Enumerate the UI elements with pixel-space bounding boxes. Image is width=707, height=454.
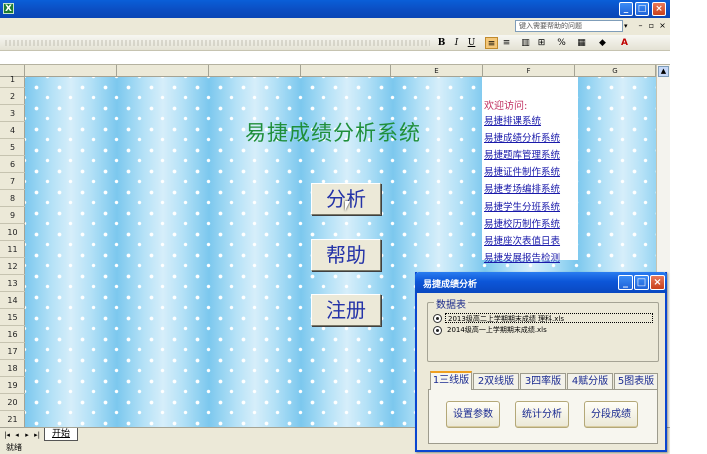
register-button[interactable]: 注册 bbox=[311, 294, 381, 326]
column-header[interactable] bbox=[117, 65, 209, 77]
system-link[interactable]: 易捷证件制作系统 bbox=[484, 164, 560, 178]
datasheet-group: 数据表 2013级高二上学期期末成绩 理科.xls 2014级高一上学期期末成绩… bbox=[427, 296, 659, 362]
system-link[interactable]: 易捷校历制作系统 bbox=[484, 216, 560, 230]
row-header[interactable]: 6 bbox=[0, 156, 25, 173]
column-header-f[interactable]: F bbox=[483, 65, 575, 77]
row-header[interactable]: 5 bbox=[0, 139, 25, 156]
file-name: 2014级高一上学期期末成绩.xls bbox=[447, 326, 547, 334]
tab-panel: 设置参数 统计分析 分段成绩 bbox=[428, 389, 658, 444]
borders-icon[interactable]: ▦ bbox=[575, 37, 588, 49]
row-headers: 1 2 3 4 5 6 7 8 9 10 11 12 13 14 15 16 17 18 19 20 21 bbox=[0, 75, 25, 428]
welcome-label: 欢迎访问: bbox=[484, 101, 528, 112]
system-link[interactable]: 易捷考场编排系统 bbox=[484, 181, 560, 195]
font-selector-strip[interactable] bbox=[5, 40, 430, 46]
align-center-icon[interactable]: ≡ bbox=[500, 37, 513, 49]
page-title: 易捷成绩分析系统 bbox=[245, 121, 421, 145]
row-header[interactable]: 20 bbox=[0, 394, 25, 411]
row-header[interactable]: 4 bbox=[0, 122, 25, 139]
row-header[interactable]: 19 bbox=[0, 377, 25, 394]
set-params-button[interactable]: 设置参数 bbox=[446, 401, 500, 428]
status-text: 就绪 bbox=[6, 443, 22, 452]
merge-cells-icon[interactable]: ⊞ bbox=[535, 37, 548, 49]
dialog-close-button[interactable]: × bbox=[650, 275, 665, 290]
dialog-maximize-button[interactable]: □ bbox=[634, 275, 649, 290]
tab-four-rate[interactable]: 3四率版 bbox=[520, 373, 566, 389]
radio-icon[interactable] bbox=[433, 326, 442, 335]
bold-button[interactable]: B bbox=[435, 37, 448, 49]
system-link[interactable]: 易捷学生分班系统 bbox=[484, 199, 560, 213]
row-header[interactable]: 13 bbox=[0, 275, 25, 292]
system-link[interactable]: 易捷成绩分析系统 bbox=[484, 130, 560, 144]
excel-icon[interactable]: X bbox=[3, 3, 14, 14]
row-header[interactable]: 17 bbox=[0, 343, 25, 360]
column-header[interactable] bbox=[25, 65, 117, 77]
file-name: 2013级高二上学期期末成绩 理科.xls bbox=[445, 313, 653, 323]
analysis-dialog: 易捷成绩分析 _ □ × 数据表 2013级高二上学期期末成绩 理科.xls 2… bbox=[415, 272, 667, 452]
window-titlebar[interactable]: X _ □ × bbox=[0, 0, 670, 18]
close-button[interactable]: × bbox=[652, 2, 666, 16]
tab-chart[interactable]: 5图表版 bbox=[614, 373, 658, 389]
prev-sheet-icon[interactable]: ◂ bbox=[13, 430, 21, 440]
last-sheet-icon[interactable]: ▸| bbox=[33, 430, 41, 440]
segment-score-button[interactable]: 分段成绩 bbox=[584, 401, 638, 428]
first-sheet-icon[interactable]: |◂ bbox=[3, 430, 11, 440]
row-header[interactable]: 3 bbox=[0, 105, 25, 122]
tab-score-assign[interactable]: 4赋分版 bbox=[567, 373, 613, 389]
row-header[interactable]: 14 bbox=[0, 292, 25, 309]
italic-button[interactable]: I bbox=[450, 37, 463, 49]
column-header[interactable] bbox=[301, 65, 391, 77]
tab-double-line[interactable]: 2双线版 bbox=[473, 373, 519, 389]
underline-button[interactable]: U bbox=[465, 37, 478, 49]
column-header[interactable] bbox=[209, 65, 301, 77]
system-link[interactable]: 易捷发展报告检测 bbox=[484, 250, 560, 264]
stat-analysis-button[interactable]: 统计分析 bbox=[515, 401, 569, 428]
column-header-e[interactable]: E bbox=[391, 65, 483, 77]
row-header[interactable]: 12 bbox=[0, 258, 25, 275]
doc-close-button[interactable]: × bbox=[658, 20, 667, 31]
system-link[interactable]: 易捷排课系统 bbox=[484, 113, 541, 127]
percent-icon[interactable]: % bbox=[555, 37, 568, 49]
next-sheet-icon[interactable]: ▸ bbox=[23, 430, 31, 440]
radio-icon[interactable] bbox=[433, 314, 442, 323]
row-header[interactable]: 10 bbox=[0, 224, 25, 241]
row-header[interactable]: 11 bbox=[0, 241, 25, 258]
formula-bar[interactable] bbox=[0, 51, 670, 65]
column-header-g[interactable]: G bbox=[575, 65, 656, 77]
help-button[interactable]: 帮助 bbox=[311, 239, 381, 271]
row-header[interactable]: 2 bbox=[0, 88, 25, 105]
row-header[interactable]: 7 bbox=[0, 173, 25, 190]
row-header[interactable]: 16 bbox=[0, 326, 25, 343]
maximize-button[interactable]: □ bbox=[635, 2, 649, 16]
fill-color-icon[interactable]: ◆ bbox=[596, 37, 609, 49]
row-header[interactable]: 1 bbox=[0, 71, 25, 88]
doc-restore-button[interactable]: ▫ bbox=[647, 20, 656, 31]
align-left-icon[interactable]: ≡ bbox=[485, 37, 498, 49]
doc-minimize-button[interactable]: – bbox=[636, 20, 645, 31]
font-color-icon[interactable]: A bbox=[618, 37, 631, 49]
row-header[interactable]: 21 bbox=[0, 411, 25, 428]
minimize-button[interactable]: _ bbox=[619, 2, 633, 16]
column-headers: E F G bbox=[0, 65, 656, 77]
row-header[interactable]: 15 bbox=[0, 309, 25, 326]
scroll-up-icon[interactable]: ▲ bbox=[658, 66, 669, 77]
help-search-input[interactable]: 键入需要帮助的问题 bbox=[515, 20, 623, 32]
file-option[interactable]: 2014级高一上学期期末成绩.xls bbox=[433, 325, 655, 336]
group-label: 数据表 bbox=[434, 296, 468, 311]
formatting-toolbar: B I U ≡ ≡ ▥ ⊞ % ▦ ◆ A bbox=[0, 35, 670, 51]
mouse-cursor-icon bbox=[345, 201, 350, 211]
chevron-down-icon[interactable]: ▾ bbox=[624, 20, 632, 32]
system-link[interactable]: 易捷座次表值日表 bbox=[484, 233, 560, 247]
columns-icon[interactable]: ▥ bbox=[519, 37, 532, 49]
dialog-titlebar[interactable]: 易捷成绩分析 _ □ × bbox=[415, 272, 667, 293]
file-option[interactable]: 2013级高二上学期期末成绩 理科.xls bbox=[433, 313, 655, 324]
system-link[interactable]: 易捷题库管理系统 bbox=[484, 147, 560, 161]
row-header[interactable]: 18 bbox=[0, 360, 25, 377]
row-header[interactable]: 9 bbox=[0, 207, 25, 224]
dialog-minimize-button[interactable]: _ bbox=[618, 275, 633, 290]
tab-three-line[interactable]: 1三线版 bbox=[430, 371, 472, 390]
dialog-title: 易捷成绩分析 bbox=[423, 280, 478, 290]
row-header[interactable]: 8 bbox=[0, 190, 25, 207]
sheet-tab-start[interactable]: 开始 bbox=[44, 428, 78, 441]
